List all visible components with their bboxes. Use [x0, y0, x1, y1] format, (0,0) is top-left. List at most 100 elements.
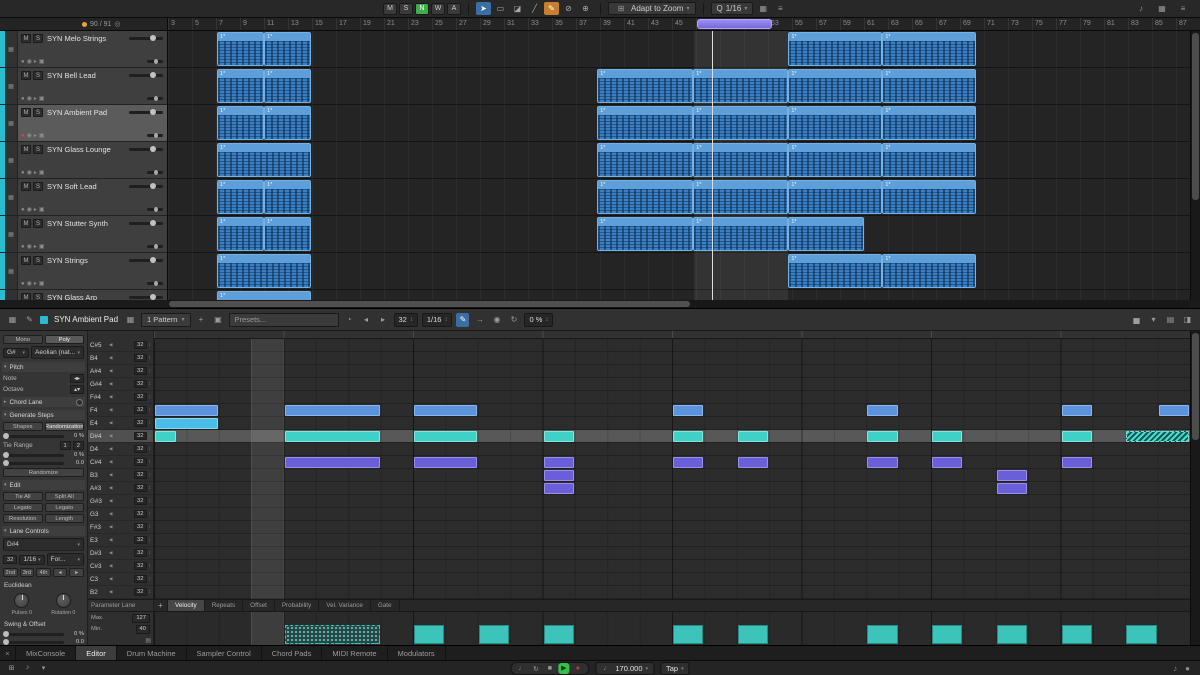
close-icon[interactable]: ×	[0, 646, 16, 660]
edit-section-header[interactable]: ▾Edit	[2, 480, 85, 490]
midi-clip[interactable]: 1*	[217, 143, 311, 177]
lane-audition-icon[interactable]: ◀	[109, 420, 112, 426]
midi-clip[interactable]: 1*	[693, 106, 788, 140]
lane-steps-stepper[interactable]: ↕	[149, 563, 152, 569]
note-transpose-stepper[interactable]: ◂▸	[70, 374, 84, 383]
monitor-icon[interactable]: ◉	[27, 132, 32, 139]
toolbar-m-button[interactable]: M	[383, 3, 397, 15]
lane-audition-icon[interactable]: ◀	[109, 537, 112, 543]
pitch-lane-row[interactable]: C#4◀32↕	[88, 456, 153, 469]
midi-clip[interactable]: 1*	[597, 106, 693, 140]
pitch-lane-row[interactable]: G#4◀32↕	[88, 378, 153, 391]
panel-grid-icon[interactable]: ⊞	[6, 664, 17, 672]
record-arm-icon[interactable]: ●	[21, 59, 25, 65]
instrument-open-icon[interactable]: ▸	[34, 95, 37, 102]
solo-button[interactable]: S	[33, 108, 43, 117]
pitch-lane-row[interactable]: G#3◀32↕	[88, 495, 153, 508]
lane-steps-field[interactable]: 32	[134, 523, 146, 531]
dot-icon[interactable]: ◉	[490, 315, 503, 324]
pattern-note[interactable]	[414, 431, 477, 442]
pan-slider[interactable]	[147, 208, 163, 211]
presets-select[interactable]: Presets...	[229, 313, 339, 327]
lane-steps-field[interactable]: 32	[134, 562, 146, 570]
param-tab-repeats[interactable]: Repeats	[205, 600, 243, 611]
swing-slider[interactable]	[3, 633, 64, 636]
velocity-max-field[interactable]: 127	[132, 614, 150, 623]
lane-steps-stepper[interactable]: ↕	[149, 446, 152, 452]
grid-lane-row[interactable]	[154, 586, 1190, 599]
pitch-section-header[interactable]: ▾Pitch	[2, 362, 85, 372]
mute-button[interactable]: M	[21, 256, 31, 265]
midi-clip[interactable]: 1*	[788, 217, 864, 251]
midi-clip[interactable]: 1*	[882, 254, 976, 288]
mute-tool-icon[interactable]: ⊘	[561, 2, 576, 15]
velocity-bar[interactable]	[673, 625, 703, 644]
pitch-lane-row[interactable]: C#5◀32↕	[88, 339, 153, 352]
lane-steps-field[interactable]: 32	[134, 393, 146, 401]
lane-steps-field[interactable]: 32	[134, 354, 146, 362]
tie-all-button[interactable]: Tie All	[3, 492, 43, 501]
grid-lane-row[interactable]	[154, 365, 1190, 378]
track-header[interactable]: ▦MSSYN Stutter Synth●◉▸▣	[0, 216, 167, 253]
metronome-icon[interactable]: ♩	[516, 665, 527, 672]
mute-button[interactable]: M	[21, 219, 31, 228]
pitch-lane-row[interactable]: B3◀32↕	[88, 469, 153, 482]
midi-clip[interactable]: 1*	[264, 32, 311, 66]
pattern-note[interactable]	[997, 470, 1027, 481]
track-header[interactable]: ▦MSSYN Glass Lounge●◉▸▣	[0, 142, 167, 179]
accent-4th-button[interactable]: 4th	[36, 568, 51, 577]
legato-button-2[interactable]: Legato	[45, 503, 85, 512]
lane-steps-stepper[interactable]: ↕	[149, 407, 152, 413]
generate-variance-slider[interactable]	[3, 462, 64, 465]
bottom-tab-drum-machine[interactable]: Drum Machine	[117, 646, 187, 660]
lane-resolution-select[interactable]: 1/16▾	[19, 555, 44, 565]
midi-clip[interactable]: 1*	[597, 143, 693, 177]
midi-clip[interactable]: 1*	[788, 32, 882, 66]
lane-steps-stepper[interactable]: ↕	[149, 368, 152, 374]
record-button[interactable]: ●	[572, 665, 583, 672]
knob[interactable]	[56, 593, 71, 608]
lane-audition-icon[interactable]: ◀	[109, 511, 112, 517]
lane-audition-icon[interactable]: ◀	[109, 446, 112, 452]
rows-icon[interactable]: ▤	[1164, 315, 1177, 324]
lane-audition-icon[interactable]: ◀	[109, 355, 112, 361]
lane-steps-stepper[interactable]: ↕	[149, 342, 152, 348]
midi-clip[interactable]: 1*	[217, 32, 264, 66]
grid-lane-row[interactable]	[154, 495, 1190, 508]
midi-clip[interactable]: 1*	[788, 106, 882, 140]
param-tab-gate[interactable]: Gate	[371, 600, 400, 611]
pitch-lane-row[interactable]: E3◀32↕	[88, 534, 153, 547]
pitch-lane-row[interactable]: A#4◀32↕	[88, 365, 153, 378]
pattern-note[interactable]	[1062, 431, 1092, 442]
grid-lane-row[interactable]	[154, 417, 1190, 430]
solo-button[interactable]: S	[33, 293, 43, 300]
pattern-note[interactable]	[1062, 457, 1092, 468]
audio-engine-icon[interactable]: ♪	[1134, 4, 1148, 13]
lane-steps-stepper[interactable]: ↕	[149, 459, 152, 465]
quantize-dropdown[interactable]: Q 1/16 ▾	[711, 2, 754, 15]
lane-steps-stepper[interactable]: ↕	[149, 576, 152, 582]
solo-button[interactable]: S	[33, 71, 43, 80]
velocity-bar[interactable]	[1126, 625, 1156, 644]
resolution-stepper[interactable]: 1/16↕	[422, 313, 453, 327]
mute-button[interactable]: M	[21, 71, 31, 80]
lane-controls-section-header[interactable]: ▾Lane Controls	[2, 526, 85, 536]
tempo-display[interactable]: ♩ 170.000 ▾	[595, 662, 654, 675]
randomization-tab[interactable]: Randomization	[45, 422, 85, 431]
lane-mode-select[interactable]: For...▾	[47, 553, 84, 566]
pattern-note[interactable]	[1062, 405, 1092, 416]
pattern-note[interactable]	[155, 418, 218, 429]
speaker-icon[interactable]: ♪	[1173, 664, 1177, 673]
pitch-lane-row[interactable]: B4◀32↕	[88, 352, 153, 365]
midi-clip[interactable]: 1*	[217, 180, 264, 214]
magnifier-icon[interactable]: ◎	[114, 20, 120, 28]
bottom-tab-mixconsole[interactable]: MixConsole	[16, 646, 76, 660]
midi-clip[interactable]: 1*	[217, 254, 311, 288]
note-icon[interactable]: ♪	[22, 664, 33, 672]
generate-amount-slider[interactable]	[3, 435, 64, 438]
arrange-vscrollbar[interactable]	[1190, 31, 1200, 300]
arrangement-clip-area[interactable]: 1*1*1*1*1*1*1*1*1*1*1*1*1*1*1*1*1*1*1*1*…	[168, 31, 1190, 300]
pattern-note[interactable]	[285, 405, 380, 416]
loop-region-marker[interactable]	[697, 19, 772, 29]
grid-lane-row[interactable]	[154, 443, 1190, 456]
